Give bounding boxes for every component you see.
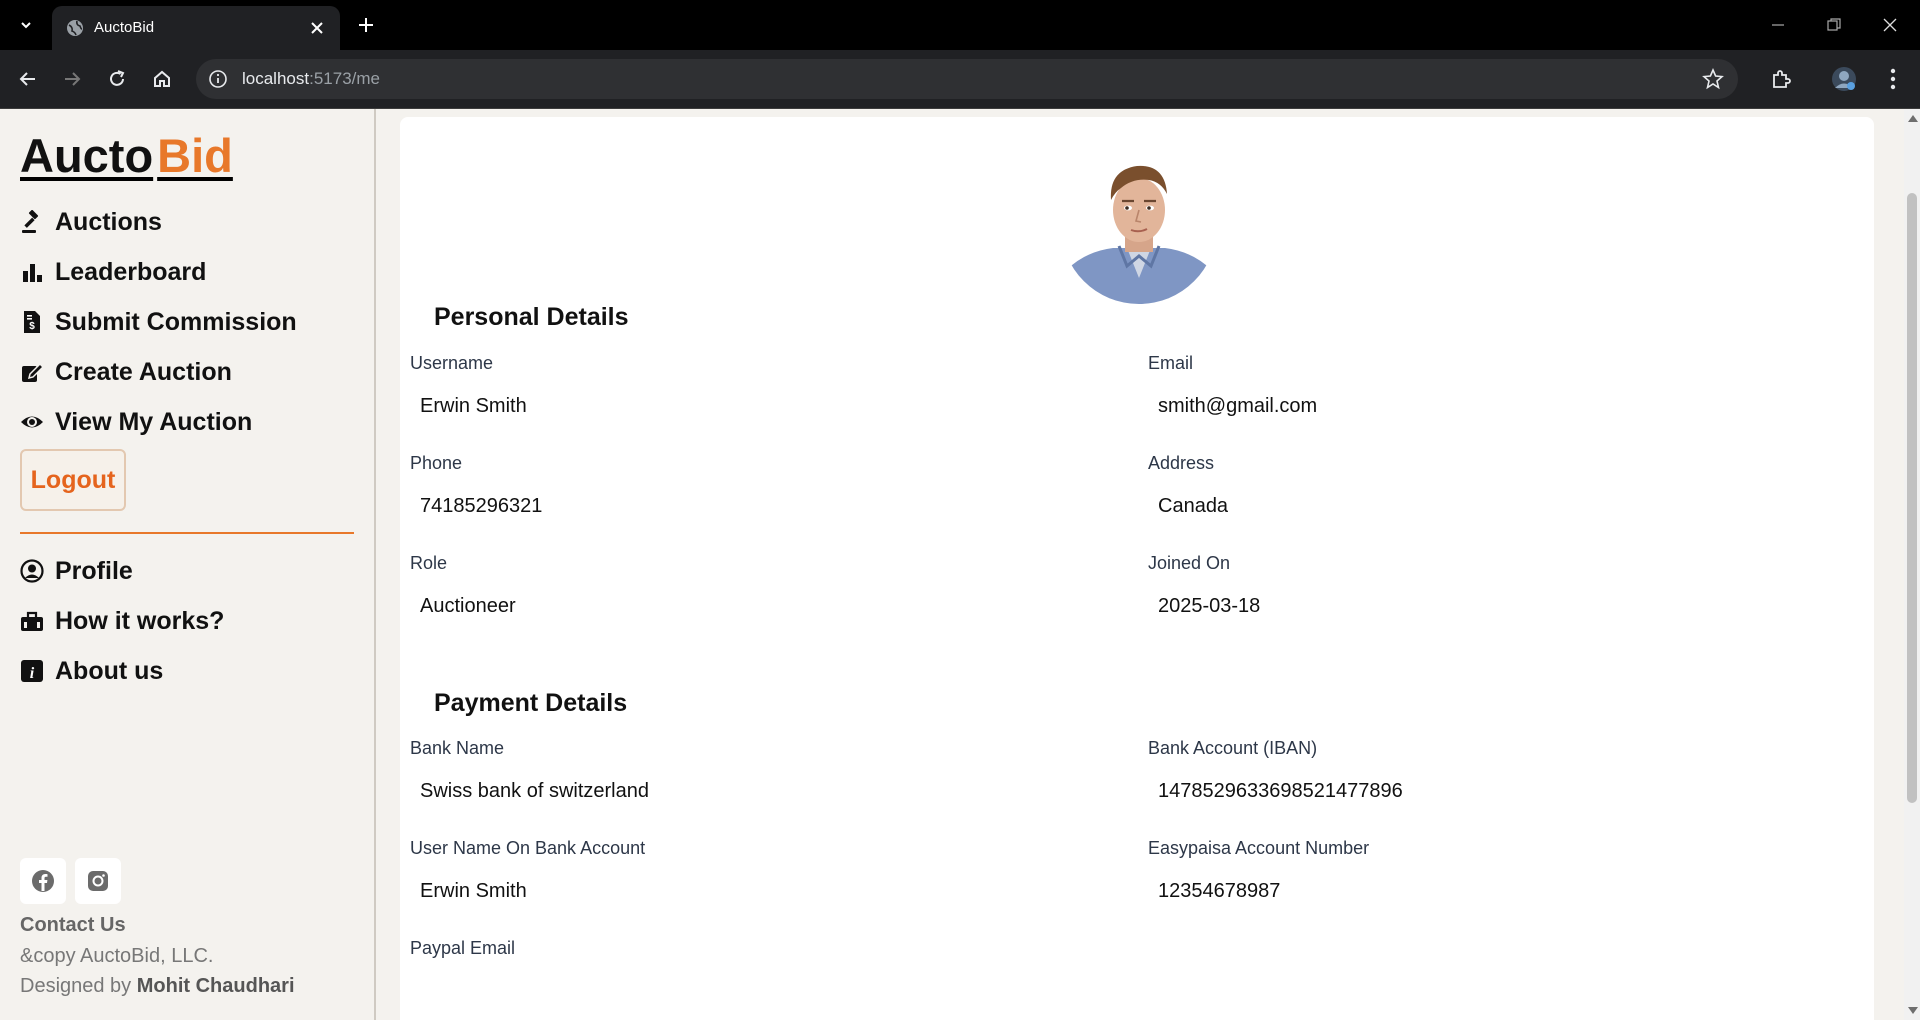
paypal-label: Paypal Email — [410, 938, 516, 958]
url-text: localhost:5173/me — [242, 69, 380, 89]
nav-label: About us — [55, 656, 164, 685]
facebook-button[interactable] — [20, 858, 66, 904]
designed-by-prefix: Designed by — [20, 975, 137, 997]
address-label: Address — [1148, 453, 1215, 473]
scroll-up-arrow-icon[interactable] — [1908, 115, 1918, 122]
profile-card: Personal Details Username Erwin Smith Em… — [400, 117, 1874, 1020]
designer-name: Mohit Chaudhari — [136, 975, 295, 997]
restore-icon[interactable] — [1806, 0, 1862, 50]
site-info-icon[interactable] — [208, 69, 228, 89]
email-label: Email — [1148, 353, 1194, 373]
home-icon[interactable] — [146, 63, 178, 95]
globe-icon — [67, 20, 83, 36]
easypaisa-value: 12354678987 — [1158, 880, 1281, 902]
scroll-down-arrow-icon[interactable] — [1908, 1007, 1918, 1014]
role-value: Auctioneer — [420, 595, 516, 617]
facebook-icon — [32, 870, 54, 892]
user-circle-icon — [20, 559, 44, 583]
nav-how-it-works[interactable]: How it works? — [20, 596, 224, 646]
browser-toolbar: localhost:5173/me — [0, 50, 1920, 108]
minimize-icon[interactable] — [1750, 0, 1806, 50]
email-value: smith@gmail.com — [1158, 395, 1318, 417]
extensions-puzzle-icon[interactable] — [1765, 63, 1797, 95]
copyright-text: &copy AuctoBid, LLC. — [20, 945, 214, 967]
bookmark-star-icon[interactable] — [1702, 68, 1724, 90]
contact-us-label[interactable]: Contact Us — [20, 914, 126, 937]
tab-close-icon[interactable] — [304, 15, 330, 41]
account-user-label: User Name On Bank Account — [410, 838, 646, 858]
phone-label: Phone — [410, 453, 463, 473]
secondary-nav: Profile How it works? i About us — [20, 546, 224, 696]
toolbox-icon — [21, 611, 43, 631]
joined-label: Joined On — [1148, 553, 1231, 573]
close-window-icon[interactable] — [1862, 0, 1918, 50]
nav-submit-commission[interactable]: $ Submit Commission — [20, 297, 297, 347]
nav-about-us[interactable]: i About us — [20, 646, 224, 696]
easypaisa-label: Easypaisa Account Number — [1148, 838, 1370, 858]
back-arrow-icon[interactable] — [12, 63, 44, 95]
main-nav: Auctions Leaderboard $ Submit Commission… — [20, 197, 297, 447]
nav-label: Submit Commission — [55, 307, 297, 336]
nav-label: Auctions — [55, 207, 162, 236]
logo-aucto: Aucto — [20, 129, 154, 182]
svg-text:i: i — [30, 665, 35, 682]
nav-label: Leaderboard — [55, 257, 207, 286]
address-value: Canada — [1158, 495, 1229, 517]
gavel-icon — [22, 210, 39, 233]
profile-avatar-image — [1061, 148, 1217, 304]
browser-tab[interactable]: AuctoBid — [52, 6, 340, 50]
menu-kebab-icon[interactable] — [1877, 63, 1909, 95]
nav-label: View My Auction — [55, 407, 253, 436]
username-label: Username — [410, 353, 494, 373]
logo-bid: Bid — [157, 129, 233, 182]
site-logo[interactable]: AuctoBid — [20, 128, 233, 183]
iban-value: 1478529633698521477896 — [1158, 780, 1403, 802]
address-bar[interactable]: localhost:5173/me — [196, 59, 1738, 99]
instagram-icon — [88, 871, 108, 891]
scrollbar-thumb[interactable] — [1907, 193, 1917, 803]
nav-auctions[interactable]: Auctions — [20, 197, 297, 247]
bank-name-value: Swiss bank of switzerland — [420, 780, 649, 802]
account-user-value: Erwin Smith — [420, 880, 527, 902]
main-content: Personal Details Username Erwin Smith Em… — [376, 109, 1898, 1020]
personal-details-title: Personal Details — [434, 303, 629, 331]
phone-value: 74185296321 — [420, 495, 543, 517]
joined-value: 2025-03-18 — [1158, 595, 1261, 617]
tab-title: AuctoBid — [94, 19, 155, 36]
sidebar: AuctoBid Auctions Leaderboard $ Submit C… — [0, 109, 376, 1020]
url-path: :5173/me — [309, 69, 380, 88]
bar-chart-icon — [23, 264, 42, 282]
forward-arrow-icon[interactable] — [56, 63, 88, 95]
payment-details-title: Payment Details — [434, 689, 628, 717]
nav-label: Create Auction — [55, 357, 232, 386]
nav-view-my-auction[interactable]: View My Auction — [20, 397, 297, 447]
svg-text:$: $ — [29, 321, 35, 332]
edit-icon — [22, 362, 44, 382]
nav-profile[interactable]: Profile — [20, 546, 224, 596]
reload-icon[interactable] — [101, 63, 133, 95]
browser-tab-bar: AuctoBid — [0, 0, 1920, 50]
url-host: localhost — [242, 69, 310, 88]
iban-label: Bank Account (IBAN) — [1148, 738, 1318, 758]
role-label: Role — [410, 553, 448, 573]
profile-avatar-icon[interactable] — [1828, 63, 1860, 95]
nav-label: How it works? — [55, 606, 225, 635]
page-scrollbar[interactable] — [1904, 109, 1920, 1020]
logout-button[interactable]: Logout — [20, 449, 126, 511]
nav-leaderboard[interactable]: Leaderboard — [20, 247, 297, 297]
designer-credit: Designed by Mohit Chaudhari — [20, 975, 295, 998]
sidebar-divider — [20, 532, 354, 534]
info-icon: i — [21, 660, 43, 682]
new-tab-plus-icon[interactable] — [352, 11, 380, 39]
username-value: Erwin Smith — [420, 395, 527, 417]
instagram-button[interactable] — [75, 858, 121, 904]
eye-icon — [21, 416, 43, 428]
tab-list-chevron-icon[interactable] — [12, 12, 40, 38]
nav-create-auction[interactable]: Create Auction — [20, 347, 297, 397]
nav-label: Profile — [55, 556, 133, 585]
invoice-dollar-icon: $ — [24, 311, 40, 333]
bank-name-label: Bank Name — [410, 738, 505, 758]
